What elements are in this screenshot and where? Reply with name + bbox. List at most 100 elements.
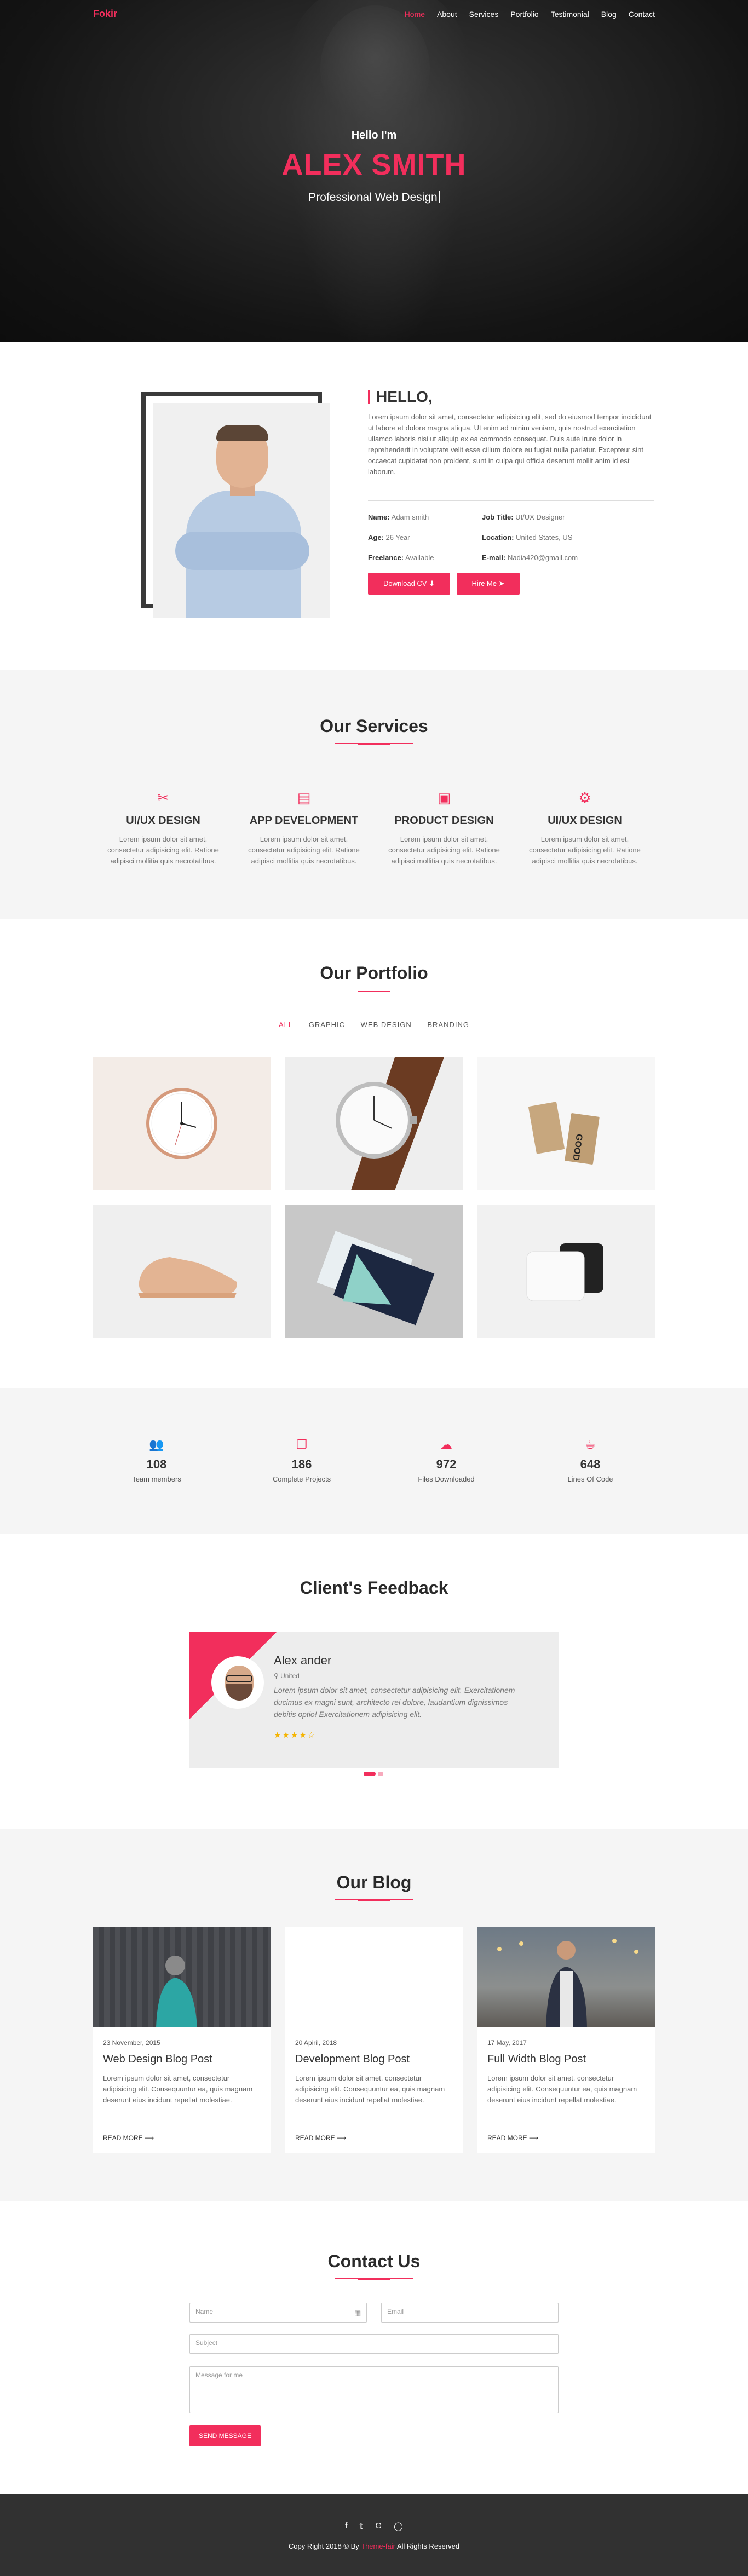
hero-portrait-head [320, 5, 430, 131]
counter-lines-of-code: ☕ 648 Lines Of Code [536, 1438, 645, 1483]
map-marker-icon: ⚲ [274, 1672, 279, 1680]
testimonial-card: Alex ander ⚲ United Lorem ipsum dolor si… [189, 1632, 559, 1768]
about-section: HELLO, Lorem ipsum dolor sit amet, conse… [0, 342, 748, 670]
post-date: 23 November, 2015 [103, 2039, 160, 2047]
users-icon: 👥 [149, 1438, 164, 1451]
filter-web-design[interactable]: WEB DESIGN [361, 1021, 412, 1029]
carousel-dot[interactable] [378, 1772, 383, 1776]
carousel-dots [364, 1772, 383, 1776]
portfolio-item-power-bank[interactable] [477, 1205, 655, 1338]
blog-post-card: 17 May, 2017 Full Width Blog Post Lorem … [477, 1927, 655, 2153]
subject-field[interactable]: Subject [189, 2334, 559, 2354]
read-more-link[interactable]: READ MORE ⟶ [103, 2134, 154, 2142]
blog-post-image[interactable] [477, 1927, 655, 2027]
browser-icon: ▤ [297, 789, 311, 806]
send-icon: ➤ [498, 579, 505, 587]
name-field[interactable]: Name ▦ [189, 2303, 367, 2323]
cubes-icon: ❒ [296, 1438, 307, 1451]
message-field[interactable]: Message for me [189, 2366, 559, 2413]
title-underline [335, 743, 413, 745]
blog-post-image[interactable] [93, 1927, 271, 2027]
portfolio-item-card-mockup[interactable] [285, 1205, 463, 1338]
blog-post-card: 23 November, 2015 Web Design Blog Post L… [93, 1927, 271, 2153]
info-location: Location: United States, US [482, 533, 573, 541]
send-message-button[interactable]: SEND MESSAGE [189, 2425, 261, 2446]
portfolio-item-wall-clock[interactable] [93, 1057, 271, 1190]
counter-complete-projects: ❒ 186 Complete Projects [247, 1438, 356, 1483]
service-card: ▤ APP DEVELOPMENT Lorem ipsum dolor sit … [241, 789, 367, 867]
post-date: 20 Apiril, 2018 [295, 2039, 337, 2047]
portfolio-item-wristwatch[interactable] [285, 1057, 463, 1190]
star-rating: ★★★★☆ [274, 1731, 317, 1740]
nav-item-testimonial[interactable]: Testimonial [551, 10, 589, 19]
feedback-section: Client's Feedback Alex ander ⚲ United Lo… [0, 1534, 748, 1829]
services-title: Our Services [320, 716, 428, 736]
email-field[interactable]: Email [381, 2303, 559, 2323]
post-title[interactable]: Full Width Blog Post [487, 2053, 586, 2066]
about-heading: HELLO, [368, 389, 433, 405]
post-title[interactable]: Development Blog Post [295, 2053, 410, 2066]
hero-name: ALEX SMITH [281, 148, 467, 181]
counters-section: 👥 108 Team members ❒ 186 Complete Projec… [0, 1388, 748, 1534]
hero-greeting: Hello I'm [351, 129, 397, 141]
blog-title: Our Blog [336, 1872, 412, 1892]
social-links: f 𝕥 G ◯ [0, 2521, 748, 2531]
hero-role: Professional Web Design [0, 191, 748, 204]
nav-item-home[interactable]: Home [405, 10, 425, 19]
client-location: ⚲ United [274, 1672, 300, 1680]
google-icon[interactable]: G [375, 2521, 382, 2531]
filter-all[interactable]: ALL [279, 1021, 293, 1029]
service-card: ▣ PRODUCT DESIGN Lorem ipsum dolor sit a… [381, 789, 507, 867]
info-freelance: Freelance: Available [368, 554, 434, 562]
contact-card-icon: ▦ [354, 2309, 361, 2317]
nav-item-about[interactable]: About [437, 10, 457, 19]
nav-item-services[interactable]: Services [469, 10, 499, 19]
filter-graphic[interactable]: GRAPHIC [309, 1021, 345, 1029]
copyright: Copy Right 2018 © By Theme-fair All Righ… [288, 2542, 460, 2550]
carousel-dot-active[interactable] [364, 1772, 376, 1776]
gears-icon: ⚙ [578, 789, 591, 806]
download-icon: ⬇ [429, 579, 435, 587]
info-email: E-mail: Nadia420@gmail.com [482, 554, 578, 562]
read-more-link[interactable]: READ MORE ⟶ [295, 2134, 346, 2142]
testimonial-text: Lorem ipsum dolor sit amet, consectetur … [274, 1686, 515, 1719]
portfolio-item-business-cards[interactable]: GOOD [477, 1057, 655, 1190]
post-excerpt: Lorem ipsum dolor sit amet, consectetur … [295, 2074, 445, 2104]
twitter-icon[interactable]: 𝕥 [359, 2521, 363, 2531]
nav-item-contact[interactable]: Contact [629, 10, 655, 19]
read-more-link[interactable]: READ MORE ⟶ [487, 2134, 538, 2142]
coffee-icon: ☕ [585, 1438, 596, 1451]
nav-item-blog[interactable]: Blog [601, 10, 617, 19]
portfolio-filters: ALL GRAPHIC WEB DESIGN BRANDING [0, 1021, 748, 1029]
top-nav: Fokir Home About Services Portfolio Test… [93, 8, 655, 20]
title-underline [335, 2278, 413, 2280]
info-age: Age: 26 Year [368, 533, 410, 541]
post-title[interactable]: Web Design Blog Post [103, 2053, 212, 2066]
info-job-title: Job Title: UI/UX Designer [482, 513, 565, 521]
post-excerpt: Lorem ipsum dolor sit amet, consectetur … [487, 2074, 637, 2104]
blog-post-card: 20 Apiril, 2018 Development Blog Post Lo… [285, 1927, 463, 2153]
client-name: Alex ander [274, 1653, 332, 1667]
counter-files-downloaded: ☁ 972 Files Downloaded [392, 1438, 501, 1483]
facebook-icon[interactable]: f [345, 2521, 347, 2531]
nav-menu: Home About Services Portfolio Testimonia… [405, 10, 655, 19]
browser-code-icon: ▣ [437, 789, 451, 806]
tools-icon: ✂ [157, 789, 169, 806]
post-date: 17 May, 2017 [487, 2039, 527, 2047]
services-section: Our Services ✂ UI/UX DESIGN Lorem ipsum … [0, 670, 748, 919]
download-cv-button[interactable]: Download CV ⬇ [368, 573, 450, 595]
blog-section: Our Blog 23 November, 2015 Web Design Bl… [0, 1829, 748, 2201]
github-icon[interactable]: ◯ [394, 2521, 403, 2531]
site-logo[interactable]: Fokir [93, 8, 117, 20]
post-excerpt: Lorem ipsum dolor sit amet, consectetur … [103, 2074, 253, 2104]
hire-me-button[interactable]: Hire Me ➤ [457, 573, 520, 595]
theme-fair-link[interactable]: Theme-fair [361, 2542, 395, 2550]
title-underline [335, 1605, 413, 1607]
portfolio-item-sneaker[interactable] [93, 1205, 271, 1338]
nav-item-portfolio[interactable]: Portfolio [510, 10, 538, 19]
title-underline [335, 1899, 413, 1901]
filter-branding[interactable]: BRANDING [427, 1021, 469, 1029]
portfolio-title: Our Portfolio [320, 963, 428, 983]
cloud-download-icon: ☁ [440, 1438, 452, 1451]
service-card: ✂ UI/UX DESIGN Lorem ipsum dolor sit ame… [100, 789, 226, 867]
